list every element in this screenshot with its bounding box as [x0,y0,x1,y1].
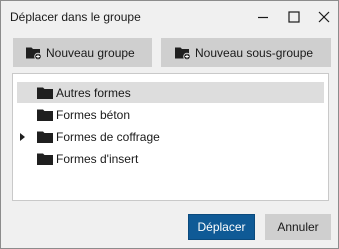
folder-icon [37,109,53,121]
move-button[interactable]: Déplacer [188,214,255,240]
minimize-button[interactable] [248,1,278,33]
new-subgroup-button[interactable]: Nouveau sous-groupe [161,38,331,67]
tree-item-formes-beton[interactable]: Formes béton [17,104,324,125]
close-button[interactable] [309,1,339,33]
group-tree[interactable]: Autres formes Formes béton Formes de cof… [12,73,329,201]
tree-item-label: Autres formes [56,85,131,100]
maximize-icon [288,11,300,23]
new-subgroup-label: Nouveau sous-groupe [195,45,314,60]
folder-icon [37,87,53,99]
expand-arrow[interactable] [17,126,27,147]
new-group-label: Nouveau groupe [46,45,135,60]
close-icon [318,11,330,23]
tree-item-label: Formes d'insert [56,151,139,166]
folder-icon [37,131,53,143]
folder-add-icon [26,47,42,60]
cancel-button[interactable]: Annuler [265,214,331,240]
tree-item-autres-formes[interactable]: Autres formes [17,82,324,103]
folder-add-icon [175,47,191,60]
new-group-button[interactable]: Nouveau groupe [13,38,152,67]
title-bar: Déplacer dans le groupe [1,1,338,33]
folder-icon [37,153,53,165]
tree-item-formes-de-coffrage[interactable]: Formes de coffrage [17,126,324,147]
tree-item-formes-d-insert[interactable]: Formes d'insert [17,148,324,169]
window-title: Déplacer dans le groupe [10,10,141,24]
tree-item-label: Formes béton [56,107,131,122]
move-to-group-dialog: Déplacer dans le groupe Nouveau groupe N… [0,0,339,249]
chevron-right-icon [20,133,25,141]
maximize-button[interactable] [279,1,309,33]
tree-item-label: Formes de coffrage [56,129,160,144]
minimize-icon [258,16,268,19]
